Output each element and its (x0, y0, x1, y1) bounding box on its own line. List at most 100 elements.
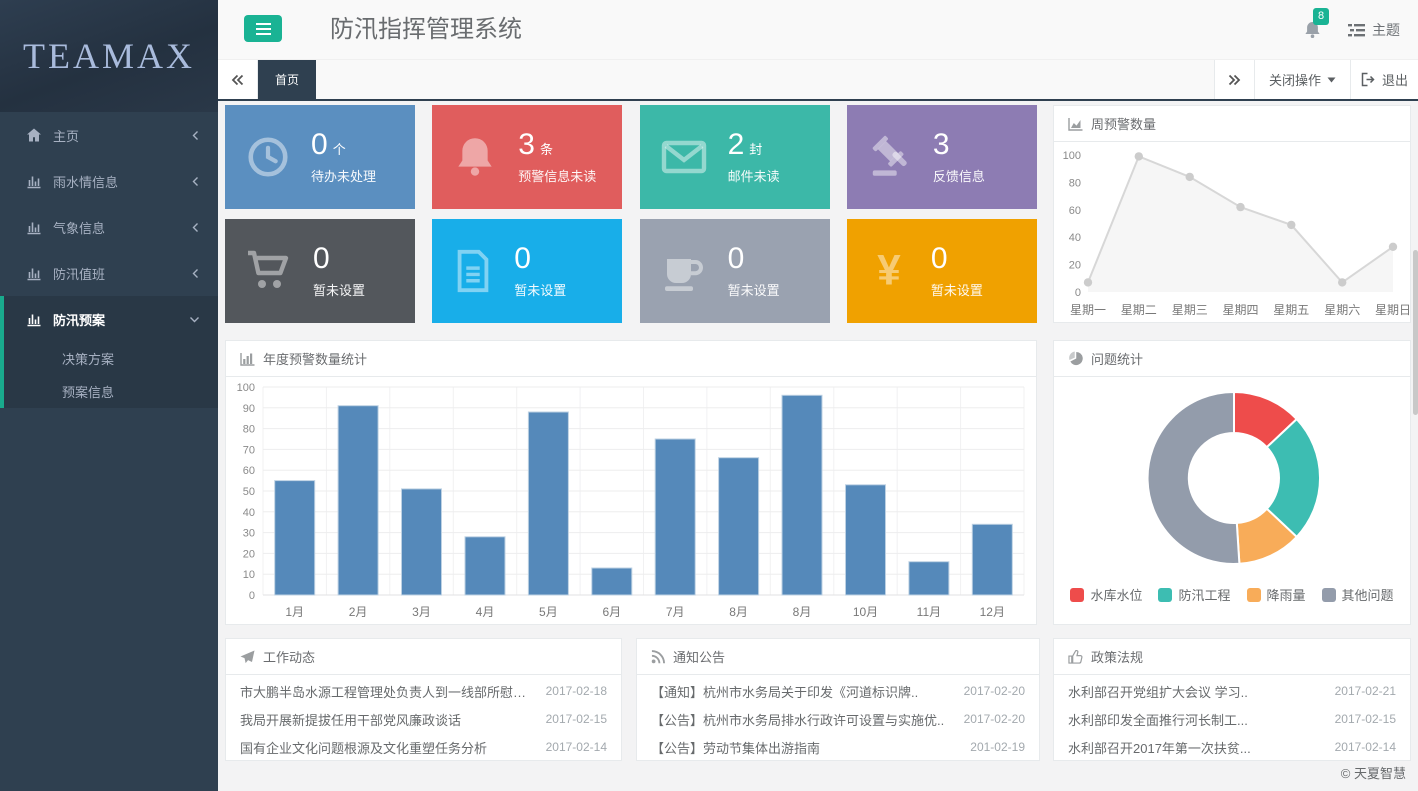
work-news-panel: 工作动态 市大鹏半岛水源工程管理处负责人到一线部所慰问新春 2017-02-18… (225, 638, 622, 761)
news-item-title: 国有企业文化问题根源及文化重塑任务分析 (240, 738, 487, 757)
sidebar-subitem-plan-info[interactable]: 预案信息 (4, 375, 218, 408)
news-item[interactable]: 水利部召开党组扩大会议 学习.. 2017-02-21 (1068, 677, 1396, 705)
weekly-alerts-panel: 周预警数量 020406080100星期一星期二星期三星期四星期五星期六星期日 (1053, 105, 1411, 323)
svg-text:90: 90 (243, 403, 255, 415)
notifications-bell[interactable]: 8 (1303, 20, 1322, 40)
news-item-date: 2017-02-18 (546, 684, 607, 698)
notice-panel: 通知公告 【通知】杭州市水务局关于印发《河道标识牌.. 2017-02-20 【… (636, 638, 1040, 761)
panel-title: 年度预警数量统计 (263, 349, 367, 368)
logout-label: 退出 (1382, 70, 1408, 89)
tab-home[interactable]: 首页 (258, 60, 316, 99)
stat-value: 0 (931, 242, 948, 275)
svg-text:2月: 2月 (349, 605, 368, 619)
panel-title: 政策法规 (1091, 647, 1143, 666)
stat-unit: 条 (540, 142, 553, 157)
tabs-scroll-right-button[interactable] (1214, 60, 1254, 99)
news-item-date: 2017-02-14 (546, 740, 607, 754)
legend-item[interactable]: 水库水位 (1070, 585, 1142, 604)
svg-text:10月: 10月 (853, 605, 878, 619)
svg-text:7月: 7月 (666, 605, 685, 619)
sidebar-item-duty[interactable]: 防汛值班 (0, 250, 218, 296)
svg-text:100: 100 (1063, 150, 1081, 162)
stat-value: 0 (311, 128, 328, 161)
svg-text:星期日: 星期日 (1375, 303, 1410, 317)
chevron-left-icon (191, 222, 200, 233)
chevron-down-icon (189, 315, 200, 324)
news-item-date: 2017-02-14 (1335, 740, 1396, 754)
scrollbar-thumb[interactable] (1413, 250, 1418, 415)
svg-text:50: 50 (243, 486, 255, 498)
stat-value: 2 (728, 128, 745, 161)
svg-text:5月: 5月 (539, 605, 558, 619)
news-item[interactable]: 水利部召开2017年第一次扶贫... 2017-02-14 (1068, 733, 1396, 761)
stat-label: 暂未设置 (931, 280, 983, 299)
sidebar-item-rainwater[interactable]: 雨水情信息 (0, 158, 218, 204)
svg-text:11月: 11月 (917, 605, 941, 619)
cart-icon (245, 249, 293, 293)
policy-panel: 政策法规 水利部召开党组扩大会议 学习.. 2017-02-21 水利部印发全面… (1053, 638, 1411, 761)
sidebar-subitem-decision-plan[interactable]: 决策方案 (4, 342, 218, 375)
clock-icon (245, 134, 291, 180)
news-item[interactable]: 【公告】杭州市水务局排水行政许可设置与实施优.. 2017-02-20 (651, 705, 1025, 733)
main-content: 0个 待办未处理 3条 预警信息未读 2封 邮件未读 (218, 101, 1418, 791)
stat-card-mail[interactable]: 2封 邮件未读 (640, 105, 830, 209)
legend-label: 水库水位 (1090, 585, 1142, 604)
paper-plane-icon (240, 650, 255, 664)
theme-menu[interactable]: 主题 (1348, 20, 1400, 40)
stat-value: 3 (518, 128, 535, 161)
close-operations-dropdown[interactable]: 关闭操作 (1254, 60, 1350, 99)
stat-label: 暂未设置 (514, 280, 566, 299)
stat-card-todo[interactable]: 0个 待办未处理 (225, 105, 415, 209)
pie-chart-icon (1068, 351, 1083, 366)
svg-text:60: 60 (1069, 205, 1081, 217)
svg-text:¥: ¥ (877, 248, 901, 293)
news-item-date: 2017-02-20 (964, 684, 1025, 698)
sign-out-icon (1361, 72, 1376, 87)
sidebar-item-home[interactable]: 主页 (0, 112, 218, 158)
legend-label: 其他问题 (1342, 585, 1394, 604)
menu-toggle-button[interactable] (244, 15, 282, 42)
svg-text:20: 20 (243, 548, 255, 560)
stat-cards-grid: 0个 待办未处理 3条 预警信息未读 2封 邮件未读 (225, 105, 1037, 323)
stat-card-feedback[interactable]: 3 反馈信息 (847, 105, 1037, 209)
legend-item[interactable]: 防汛工程 (1158, 585, 1230, 604)
stat-card-unset-2[interactable]: 0 暂未设置 (432, 219, 622, 323)
thumbs-up-icon (1068, 650, 1083, 664)
legend-item[interactable]: 降雨量 (1247, 585, 1306, 604)
news-item[interactable]: 【公告】劳动节集体出游指南 201-02-19 (651, 733, 1025, 761)
coffee-icon (660, 249, 708, 293)
weekly-alerts-chart: 020406080100星期一星期二星期三星期四星期五星期六星期日 (1054, 142, 1410, 322)
area-chart-icon (1068, 117, 1083, 131)
legend-item[interactable]: 其他问题 (1322, 585, 1394, 604)
stat-card-unset-1[interactable]: 0 暂未设置 (225, 219, 415, 323)
news-item-title: 水利部印发全面推行河长制工... (1068, 710, 1248, 729)
header: 防汛指挥管理系统 8 主题 (218, 0, 1418, 60)
news-item[interactable]: 【通知】杭州市水务局关于印发《河道标识牌.. 2017-02-20 (651, 677, 1025, 705)
bar-chart-icon (26, 219, 43, 235)
news-item[interactable]: 我局开展新提拔任用干部党风廉政谈话 2017-02-15 (240, 705, 607, 733)
news-item[interactable]: 国有企业文化问题根源及文化重塑任务分析 2017-02-14 (240, 733, 607, 761)
sidebar-item-flood-plans[interactable]: 防汛预案 (4, 296, 218, 342)
svg-text:10: 10 (243, 569, 255, 581)
theme-label: 主题 (1372, 20, 1400, 40)
logout-button[interactable]: 退出 (1350, 60, 1418, 99)
svg-text:20: 20 (1069, 260, 1081, 272)
stat-card-unset-3[interactable]: 0 暂未设置 (640, 219, 830, 323)
news-item-title: 水利部召开2017年第一次扶贫... (1068, 738, 1251, 757)
svg-text:30: 30 (243, 528, 255, 540)
news-item[interactable]: 水利部印发全面推行河长制工... 2017-02-15 (1068, 705, 1396, 733)
svg-text:星期五: 星期五 (1273, 303, 1309, 317)
stat-value: 0 (514, 242, 531, 275)
brand-logo: TEAMAX (0, 0, 218, 112)
sidebar-item-label: 雨水情信息 (53, 172, 118, 191)
stat-card-unset-4[interactable]: ¥ 0 暂未设置 (847, 219, 1037, 323)
tabs-scroll-left-button[interactable] (218, 60, 258, 99)
close-operations-label: 关闭操作 (1269, 70, 1321, 89)
news-item[interactable]: 市大鹏半岛水源工程管理处负责人到一线部所慰问新春 2017-02-18 (240, 677, 607, 705)
stat-label: 邮件未读 (728, 166, 780, 185)
sidebar: TEAMAX 主页 雨水情信息 气象信息 防汛值班 (0, 0, 218, 791)
sidebar-item-weather[interactable]: 气象信息 (0, 204, 218, 250)
stat-card-alerts[interactable]: 3条 预警信息未读 (432, 105, 622, 209)
bell-icon (452, 134, 498, 180)
yearly-alerts-panel: 年度预警数量统计 01020304050607080901001月2月3月4月5… (225, 340, 1037, 625)
